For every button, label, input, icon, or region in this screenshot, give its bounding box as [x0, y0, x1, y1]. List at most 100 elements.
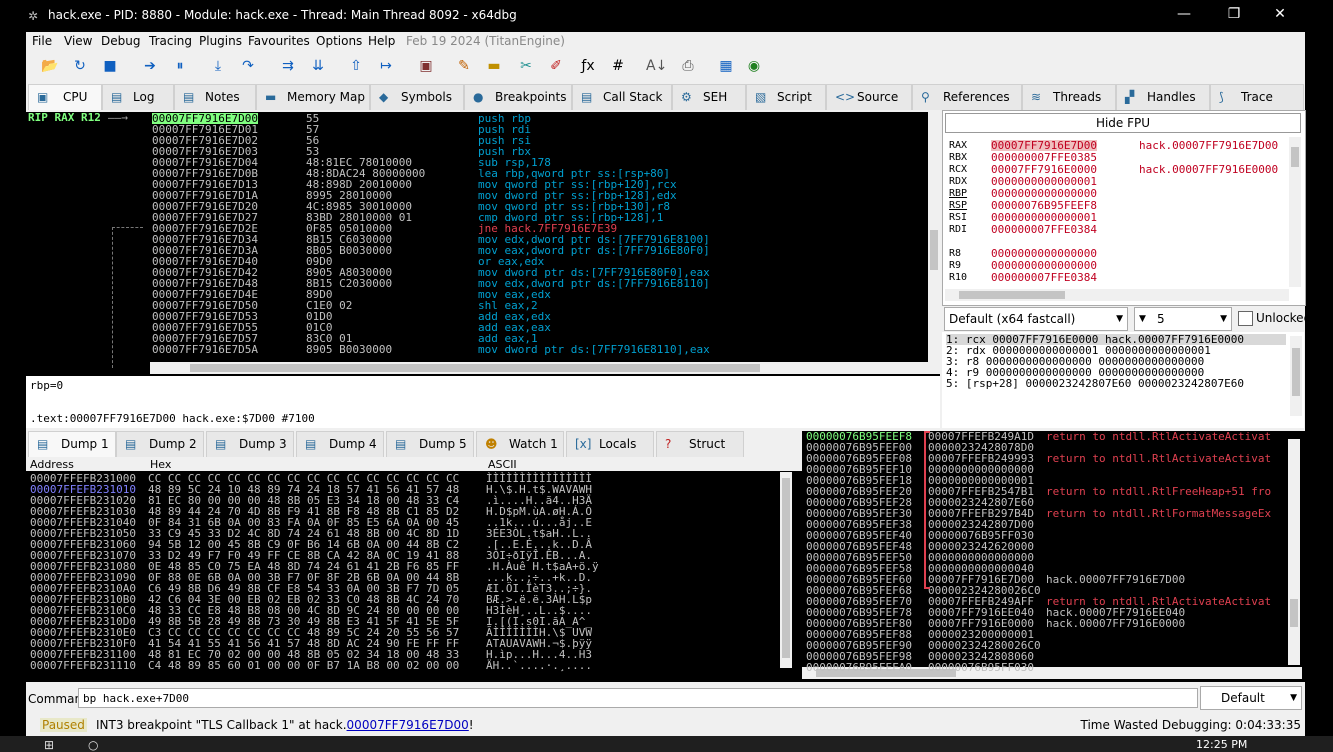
- globe-icon[interactable]: ◉: [744, 56, 764, 76]
- disasm-row[interactable]: ●00007FF7916E7D0055push rbp: [150, 113, 930, 124]
- tab-watch-1[interactable]: ☻ Watch 1: [476, 431, 564, 457]
- trace-over-icon[interactable]: ⇊: [308, 56, 328, 76]
- trace-into-icon[interactable]: ⇉: [278, 56, 298, 76]
- menu-options[interactable]: Options: [316, 34, 362, 48]
- execute-till-return-icon[interactable]: ⇧: [346, 56, 366, 76]
- menu-favourites[interactable]: Favourites: [248, 34, 310, 48]
- stop-icon[interactable]: ■: [100, 56, 120, 76]
- register-row-rdi[interactable]: RDI 000000007FFE0384: [943, 224, 1287, 236]
- hex-dump-view[interactable]: Address Hex ASCII 00007FFEFB231000 CC CC …: [26, 457, 802, 682]
- tab-log[interactable]: ▤ Log: [102, 84, 174, 110]
- dump-vscrollbar[interactable]: [780, 472, 792, 668]
- hash-icon[interactable]: #: [608, 56, 628, 76]
- hide-fpu-button[interactable]: Hide FPU: [945, 113, 1301, 133]
- dump-header-hex[interactable]: Hex: [150, 458, 171, 471]
- tab-cpu[interactable]: ▣ CPU: [28, 84, 102, 110]
- pause-icon[interactable]: ⏸: [170, 56, 190, 76]
- register-value[interactable]: 000000007FFE0384: [991, 272, 1097, 283]
- tab-source[interactable]: <> Source: [826, 84, 912, 110]
- menu-debug[interactable]: Debug: [101, 34, 140, 48]
- tab-dump-4[interactable]: ▤ Dump 4: [296, 431, 384, 457]
- regs-vscroll-thumb[interactable]: [1291, 147, 1299, 167]
- menu-file[interactable]: File: [32, 34, 52, 48]
- step-into-icon[interactable]: ⤓: [208, 56, 228, 76]
- dump-row[interactable]: 00007FFEFB231110 C4 48 89 85 60 01 00 00 …: [26, 660, 776, 671]
- disasm-hscrollbar[interactable]: [150, 362, 940, 374]
- dump-vscroll-thumb[interactable]: [782, 478, 790, 658]
- tab-references[interactable]: ⚲ References: [912, 84, 1022, 110]
- run-icon[interactable]: ➔: [140, 56, 160, 76]
- tab-threads[interactable]: ≋ Threads: [1022, 84, 1116, 110]
- restart-icon[interactable]: ↻: [70, 56, 90, 76]
- register-value[interactable]: 00000076B95FEEF8: [991, 200, 1097, 211]
- tab-breakpoints[interactable]: ● Breakpoints: [464, 84, 572, 110]
- disasm-row[interactable]: ●00007FF7916E7D5A8905 B0030000mov dword …: [150, 344, 930, 355]
- register-value[interactable]: 00007FF7916E7D00: [991, 140, 1097, 151]
- tab-dump-1[interactable]: ▤ Dump 1: [28, 431, 116, 457]
- register-value[interactable]: 0000000000000000: [991, 248, 1097, 259]
- calculator-icon[interactable]: ⎙: [678, 56, 698, 76]
- disasm-hscroll-thumb[interactable]: [190, 364, 760, 372]
- tab-locals[interactable]: [x] Locals: [566, 431, 654, 457]
- unlocked-checkbox[interactable]: [1238, 311, 1253, 326]
- register-value[interactable]: 0000000000000001: [991, 176, 1097, 187]
- scylla-icon[interactable]: ▣: [416, 56, 436, 76]
- step-over-icon[interactable]: ↷: [238, 56, 258, 76]
- function-icon[interactable]: ƒx: [578, 56, 598, 76]
- disasm-row[interactable]: ●00007FF7916E7D0256push rsi: [150, 135, 930, 146]
- dump-header-ascii[interactable]: ASCII: [488, 458, 517, 471]
- stack-vscroll-thumb[interactable]: [1290, 599, 1298, 627]
- tab-struct[interactable]: ? Struct: [656, 431, 744, 457]
- taskbar-search-icon[interactable]: ○: [88, 738, 98, 752]
- stack-row[interactable]: 00000076B95FEFA0 00000076B95FF030: [802, 662, 1286, 673]
- close-button[interactable]: ✕: [1265, 6, 1295, 22]
- minimize-button[interactable]: —: [1169, 6, 1199, 22]
- regs-hscrollbar[interactable]: [945, 289, 1289, 301]
- call-argument[interactable]: 5: [rsp+28] 0000023242807E60 00000232428…: [946, 378, 1286, 389]
- register-value[interactable]: 000000007FFE0384: [991, 224, 1097, 235]
- args-vscrollbar[interactable]: [1290, 336, 1302, 416]
- regs-vscrollbar[interactable]: [1289, 137, 1301, 287]
- register-value[interactable]: 0000000000000001: [991, 212, 1097, 223]
- disassembly-view[interactable]: ●00007FF7916E7D0055push rbp●00007FF7916E…: [150, 112, 940, 376]
- menu-plugins[interactable]: Plugins: [199, 34, 242, 48]
- label-icon[interactable]: ✂: [516, 56, 536, 76]
- taskbar-clock[interactable]: 12:25 PM: [1196, 738, 1247, 751]
- bookmark-icon[interactable]: ✐: [546, 56, 566, 76]
- comment-icon[interactable]: ▬: [484, 56, 504, 76]
- dump-header-address[interactable]: Address: [30, 458, 74, 471]
- disasm-vscroll-thumb[interactable]: [930, 230, 938, 270]
- arg-count-select[interactable]: ▼ 5 ▼: [1134, 307, 1232, 331]
- args-vscroll-thumb[interactable]: [1292, 348, 1300, 396]
- tab-memory-map[interactable]: ▬ Memory Map: [256, 84, 370, 110]
- open-icon[interactable]: 📂: [40, 56, 60, 76]
- menu-help[interactable]: Help: [368, 34, 395, 48]
- tab-handles[interactable]: ▞ Handles: [1116, 84, 1210, 110]
- tab-symbols[interactable]: ◆ Symbols: [370, 84, 464, 110]
- register-value[interactable]: 0000000000000000: [991, 260, 1097, 271]
- disasm-row[interactable]: ●00007FF7916E7D4E89D0mov eax,edx: [150, 289, 930, 300]
- tab-dump-3[interactable]: ▤ Dump 3: [206, 431, 294, 457]
- menu-tracing[interactable]: Tracing: [149, 34, 192, 48]
- strings-icon[interactable]: A↓: [646, 56, 667, 76]
- status-address-link[interactable]: 00007FF7916E7D00: [347, 718, 469, 732]
- register-row-r10[interactable]: R10 000000007FFE0384: [943, 272, 1287, 284]
- command-input[interactable]: bp hack.exe+7D00: [78, 688, 1198, 708]
- regs-hscroll-thumb[interactable]: [959, 291, 1065, 299]
- windows-start-icon[interactable]: ⊞: [44, 738, 54, 752]
- tab-trace[interactable]: ⟆ Trace: [1210, 84, 1304, 110]
- tab-call-stack[interactable]: ▤ Call Stack: [572, 84, 672, 110]
- register-value[interactable]: 0000000000000000: [991, 188, 1097, 199]
- stack-view[interactable]: 00000076B95FEEF8 00007FFEFB249A1D return t…: [802, 431, 1305, 682]
- stack-vscrollbar[interactable]: [1288, 439, 1300, 665]
- tab-notes[interactable]: ▤ Notes: [174, 84, 256, 110]
- patch-icon[interactable]: ✎: [454, 56, 474, 76]
- memory-icon[interactable]: ▦: [716, 56, 736, 76]
- disasm-row[interactable]: ●00007FF7916E7D0157push rdi: [150, 124, 930, 135]
- register-value[interactable]: 000000007FFE0385: [991, 152, 1097, 163]
- tab-dump-5[interactable]: ▤ Dump 5: [386, 431, 474, 457]
- disasm-vscrollbar[interactable]: [928, 112, 940, 362]
- register-value[interactable]: 00007FF7916E0000: [991, 164, 1097, 175]
- command-mode-select[interactable]: Default ▼: [1200, 686, 1302, 710]
- menu-view[interactable]: View: [64, 34, 92, 48]
